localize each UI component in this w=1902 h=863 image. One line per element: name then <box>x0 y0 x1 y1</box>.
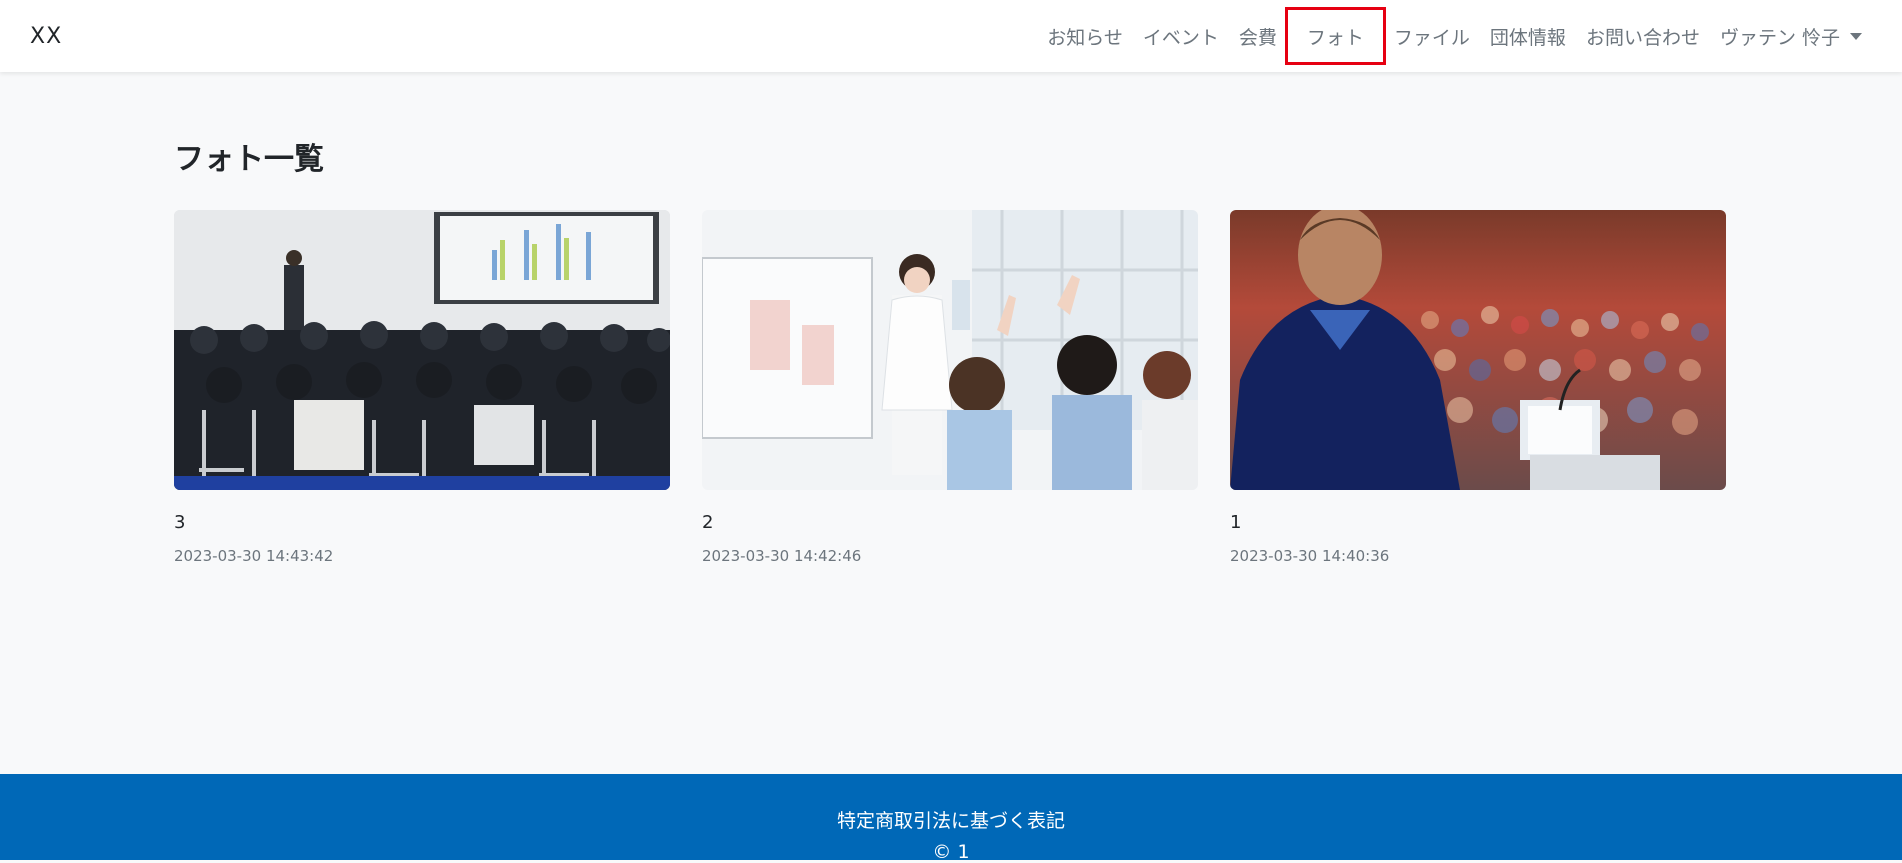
nav-item-organization[interactable]: 団体情報 <box>1480 0 1576 72</box>
brand-logo[interactable]: XX <box>30 24 62 49</box>
main-nav: お知らせ イベント 会費 フォト ファイル 団体情報 お問い合わせ ヴァテン 怜… <box>1037 0 1872 72</box>
nav-item-files[interactable]: ファイル <box>1384 0 1480 72</box>
photo-card: 2 2023-03-30 14:42:46 <box>702 210 1198 565</box>
photo-card: 3 2023-03-30 14:43:42 <box>174 210 670 565</box>
commercial-law-link[interactable]: 特定商取引法に基づく表記 <box>0 806 1902 833</box>
medical-presentation-photo[interactable] <box>702 210 1198 490</box>
nav-item-news[interactable]: お知らせ <box>1037 0 1133 72</box>
photo-grid: 3 2023-03-30 14:43:42 2 2023-03-30 14:42… <box>174 210 1728 565</box>
user-menu-dropdown[interactable]: ヴァテン 怜子 <box>1710 0 1872 72</box>
photo-title[interactable]: 1 <box>1230 512 1726 533</box>
page-title: フォト一覧 <box>174 142 324 177</box>
chevron-down-icon <box>1850 32 1862 40</box>
conference-speaker-photo[interactable] <box>1230 210 1726 490</box>
nav-item-contact[interactable]: お問い合わせ <box>1576 0 1710 72</box>
photo-card: 1 2023-03-30 14:40:36 <box>1230 210 1726 565</box>
seminar-audience-photo[interactable] <box>174 210 670 490</box>
nav-item-events[interactable]: イベント <box>1133 0 1229 72</box>
photo-date: 2023-03-30 14:43:42 <box>174 547 334 565</box>
nav-item-photos[interactable]: フォト <box>1284 7 1386 65</box>
main-content: フォト一覧 3 2023-03-30 14:43:42 2 2023-03-30… <box>174 72 1728 565</box>
photo-date: 2023-03-30 14:40:36 <box>1230 547 1390 565</box>
user-name: ヴァテン 怜子 <box>1719 26 1840 49</box>
photo-title[interactable]: 2 <box>702 512 1198 533</box>
photo-date: 2023-03-30 14:42:46 <box>702 547 862 565</box>
top-navbar: XX お知らせ イベント 会費 フォト ファイル 団体情報 お問い合わせ ヴァテ… <box>0 0 1902 72</box>
photo-title[interactable]: 3 <box>174 512 670 533</box>
page-footer: 特定商取引法に基づく表記 © 1 <box>0 774 1902 863</box>
nav-item-fees[interactable]: 会費 <box>1229 0 1287 72</box>
